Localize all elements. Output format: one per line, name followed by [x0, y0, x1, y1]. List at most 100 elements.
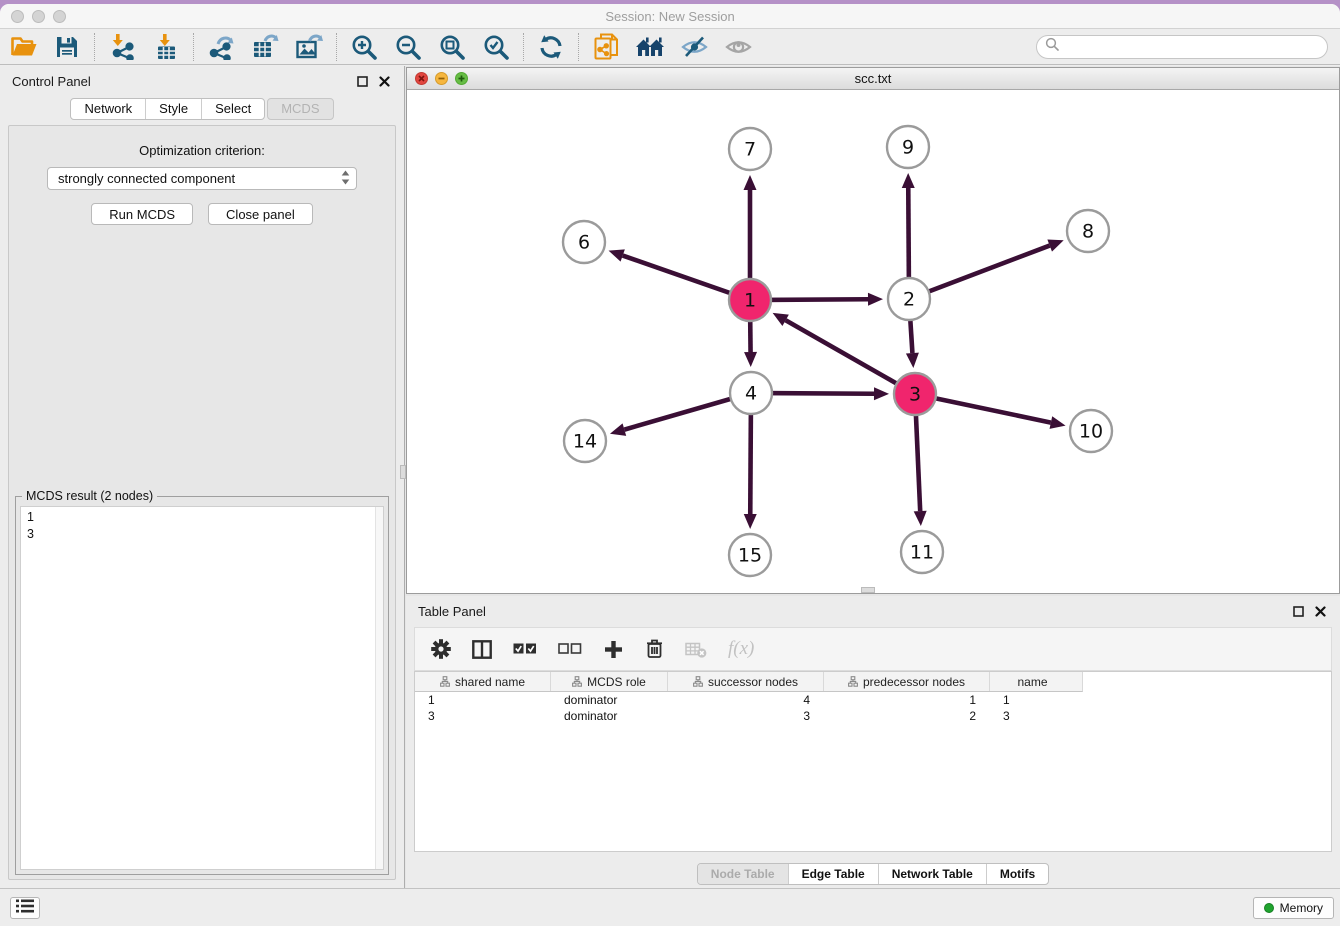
- zoom-window-button[interactable]: [53, 10, 66, 23]
- tab-mcds[interactable]: MCDS: [267, 98, 333, 120]
- save-session-icon[interactable]: [52, 32, 82, 62]
- memory-button[interactable]: Memory: [1253, 897, 1334, 919]
- optimization-criterion-select[interactable]: strongly connected component: [47, 167, 357, 190]
- vertical-splitter-handle[interactable]: [400, 465, 406, 479]
- export-image-icon[interactable]: [294, 32, 324, 62]
- close-network-button[interactable]: [415, 72, 428, 85]
- horizontal-splitter-handle[interactable]: [861, 587, 875, 593]
- run-mcds-button[interactable]: Run MCDS: [91, 203, 193, 225]
- network-window-title: scc.txt: [855, 71, 892, 86]
- select-all-columns-icon[interactable]: [513, 637, 537, 661]
- table-cell[interactable]: 1: [990, 693, 1075, 707]
- float-table-panel-icon[interactable]: [1290, 603, 1306, 619]
- zoom-out-icon[interactable]: [393, 32, 423, 62]
- unselect-all-columns-icon[interactable]: [558, 637, 582, 661]
- graph-edge-3-1[interactable]: [786, 320, 915, 394]
- table-cell[interactable]: 1: [824, 693, 990, 707]
- tab-network[interactable]: Network: [71, 99, 146, 119]
- optimization-criterion-value: strongly connected component: [58, 171, 235, 186]
- home-view-icon[interactable]: [635, 32, 665, 62]
- float-panel-icon[interactable]: [354, 73, 370, 89]
- close-panel-button[interactable]: Close panel: [208, 203, 313, 225]
- close-panel-icon[interactable]: [376, 73, 392, 89]
- tab-edge-table[interactable]: Edge Table: [789, 864, 879, 884]
- delete-columns-icon[interactable]: [644, 637, 664, 661]
- minimize-network-button[interactable]: [435, 72, 448, 85]
- network-canvas-svg[interactable]: 7968124314101511: [407, 91, 1338, 593]
- mcds-panel: Optimization criterion: strongly connect…: [8, 125, 396, 880]
- mcds-result-title: MCDS result (2 nodes): [22, 489, 157, 503]
- import-table-icon[interactable]: [151, 32, 181, 62]
- export-table-icon[interactable]: [250, 32, 280, 62]
- network-canvas[interactable]: 7968124314101511: [407, 91, 1339, 593]
- task-history-button[interactable]: [10, 897, 40, 919]
- add-column-icon[interactable]: [603, 637, 623, 661]
- search-input[interactable]: [1065, 38, 1319, 55]
- table-cell[interactable]: 2: [824, 709, 990, 723]
- tab-node-table[interactable]: Node Table: [698, 864, 789, 884]
- table-cell[interactable]: dominator: [551, 709, 668, 723]
- toolbar-separator: [94, 33, 95, 61]
- refresh-network-icon[interactable]: [536, 32, 566, 62]
- search-icon: [1045, 37, 1059, 56]
- maximize-network-button[interactable]: [455, 72, 468, 85]
- hide-selected-icon[interactable]: [679, 32, 709, 62]
- apply-function-icon: f(x): [728, 637, 754, 661]
- table-cell[interactable]: dominator: [551, 693, 668, 707]
- network-window-controls: [415, 72, 468, 85]
- table-header-row: shared name MCDS role successor nodes prede…: [415, 672, 1083, 692]
- minimize-window-button[interactable]: [32, 10, 45, 23]
- duplicate-network-icon[interactable]: [591, 32, 621, 62]
- column-header-successor-nodes[interactable]: successor nodes: [668, 672, 824, 691]
- import-network-icon[interactable]: [107, 32, 137, 62]
- column-header-shared-name[interactable]: shared name: [415, 672, 551, 691]
- table-settings-icon[interactable]: [431, 637, 451, 661]
- column-header-label: shared name: [455, 675, 525, 689]
- table-cell[interactable]: 3: [990, 709, 1075, 723]
- column-header-label: predecessor nodes: [863, 675, 965, 689]
- column-header-predecessor-nodes[interactable]: predecessor nodes: [824, 672, 990, 691]
- tab-network-table[interactable]: Network Table: [879, 864, 987, 884]
- table-cell[interactable]: 4: [668, 693, 824, 707]
- zoom-fit-icon[interactable]: [437, 32, 467, 62]
- tab-motifs[interactable]: Motifs: [987, 864, 1048, 884]
- graph-node-label: 8: [1082, 221, 1094, 243]
- graph-edge-2-8[interactable]: [909, 246, 1050, 299]
- table-cell[interactable]: 1: [415, 693, 551, 707]
- mcds-result-area[interactable]: 1 3: [20, 506, 384, 870]
- column-type-icon: [440, 676, 450, 687]
- table-tabs: Node Table Edge Table Network Table Moti…: [406, 863, 1340, 885]
- graph-edge-arrowhead: [914, 511, 927, 526]
- graph-edge-arrowhead: [1047, 239, 1063, 251]
- search-box[interactable]: [1036, 35, 1328, 59]
- graph-edge-arrowhead: [874, 387, 889, 400]
- table-row[interactable]: 1dominator411: [415, 692, 1331, 708]
- network-window-titlebar[interactable]: scc.txt: [407, 68, 1339, 90]
- column-header-MCDS-role[interactable]: MCDS role: [551, 672, 668, 691]
- table-row[interactable]: 3dominator323: [415, 708, 1331, 724]
- control-panel-tabs: Network Style Select MCDS: [0, 96, 404, 120]
- column-header-label: MCDS role: [587, 675, 646, 689]
- column-header-name[interactable]: name: [990, 672, 1075, 691]
- mcds-result-list[interactable]: 1 3: [21, 507, 374, 869]
- tab-style[interactable]: Style: [146, 99, 202, 119]
- close-window-button[interactable]: [11, 10, 24, 23]
- zoom-in-icon[interactable]: [349, 32, 379, 62]
- graph-edge-arrowhead: [744, 352, 757, 367]
- close-table-panel-icon[interactable]: [1312, 603, 1328, 619]
- tab-select[interactable]: Select: [202, 99, 264, 119]
- open-session-icon[interactable]: [8, 32, 38, 62]
- memory-label: Memory: [1280, 901, 1323, 915]
- dropdown-stepper-icon: [341, 170, 350, 188]
- table-cell[interactable]: 3: [415, 709, 551, 723]
- export-network-icon[interactable]: [206, 32, 236, 62]
- graph-edge-arrowhead: [902, 173, 915, 188]
- table-cell[interactable]: 3: [668, 709, 824, 723]
- graph-edge-arrowhead: [1050, 416, 1066, 429]
- show-all-icon[interactable]: [723, 32, 753, 62]
- optimization-criterion-label: Optimization criterion:: [9, 143, 395, 158]
- show-columns-icon[interactable]: [472, 637, 492, 661]
- graph-edge-arrowhead: [610, 423, 626, 435]
- zoom-selected-icon[interactable]: [481, 32, 511, 62]
- result-scrollbar[interactable]: [375, 507, 383, 869]
